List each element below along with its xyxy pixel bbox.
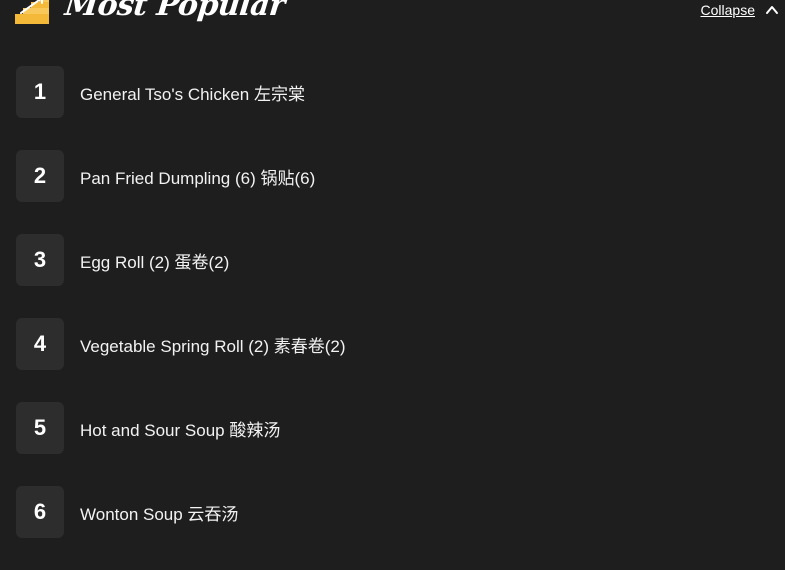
list-item[interactable]: 3 Egg Roll (2) 蛋卷(2): [16, 234, 776, 286]
list-item[interactable]: 2 Pan Fried Dumpling (6) 锅贴(6): [16, 150, 776, 202]
item-name[interactable]: Hot and Sour Soup 酸辣汤: [80, 416, 280, 441]
rank-badge: 6: [16, 486, 64, 538]
item-name[interactable]: Wonton Soup 云吞汤: [80, 500, 238, 525]
section-title: Most Popular: [63, 0, 287, 23]
item-name[interactable]: Pan Fried Dumpling (6) 锅贴(6): [80, 164, 315, 189]
item-name[interactable]: Vegetable Spring Roll (2) 素春卷(2): [80, 332, 346, 357]
item-name[interactable]: Egg Roll (2) 蛋卷(2): [80, 248, 229, 273]
rank-badge: 1: [16, 66, 64, 118]
rank-badge: 3: [16, 234, 64, 286]
chevron-up-icon[interactable]: [765, 3, 779, 17]
collapse-label[interactable]: Collapse: [701, 2, 755, 18]
popular-items-list: 1 General Tso's Chicken 左宗棠 2 Pan Fried …: [16, 66, 776, 570]
list-item[interactable]: 4 Vegetable Spring Roll (2) 素春卷(2): [16, 318, 776, 370]
rank-badge: 5: [16, 402, 64, 454]
rank-badge: 2: [16, 150, 64, 202]
section-header: Most Popular Collapse: [0, 0, 785, 30]
list-item[interactable]: 6 Wonton Soup 云吞汤: [16, 486, 776, 538]
list-item[interactable]: 1 General Tso's Chicken 左宗棠: [16, 66, 776, 118]
collapse-button[interactable]: Collapse: [701, 0, 779, 20]
rank-badge: 4: [16, 318, 64, 370]
list-item[interactable]: 5 Hot and Sour Soup 酸辣汤: [16, 402, 776, 454]
item-name[interactable]: General Tso's Chicken 左宗棠: [80, 80, 305, 105]
stairs-icon: [15, 0, 49, 24]
